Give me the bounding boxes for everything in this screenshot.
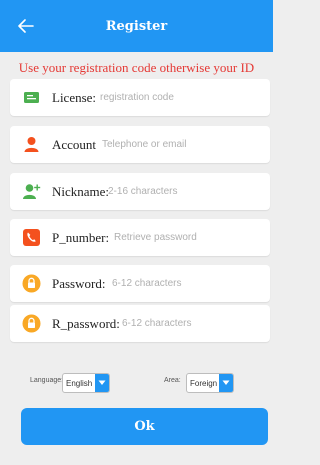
- r-password-row: R_password:: [10, 305, 270, 342]
- lock-icon: [22, 314, 41, 333]
- person-icon: [22, 135, 41, 154]
- language-value: English: [66, 378, 93, 388]
- area-select[interactable]: Foreign: [186, 373, 234, 393]
- r-password-label: R_password:: [52, 315, 120, 331]
- phone-icon: [22, 228, 41, 247]
- language-select[interactable]: English: [62, 373, 110, 393]
- header: Register: [0, 0, 273, 52]
- page-title: Register: [105, 18, 168, 34]
- license-row: License:: [10, 79, 270, 116]
- options-bar: Language: English Area: Foreign: [0, 373, 273, 393]
- password-label: Password:: [52, 275, 106, 291]
- p-number-row: P_number:: [10, 219, 270, 256]
- lock-icon: [22, 274, 41, 293]
- area-value: Foreign: [190, 378, 218, 388]
- r-password-input[interactable]: [122, 311, 264, 336]
- registration-notice: Use your registration code otherwise you…: [18, 60, 255, 75]
- license-icon: [22, 88, 41, 107]
- add-user-icon: [22, 182, 41, 201]
- license-input[interactable]: [100, 85, 264, 110]
- nickname-row: Nickname:: [10, 173, 270, 210]
- chevron-down-icon: [219, 374, 233, 392]
- account-input[interactable]: [102, 132, 264, 157]
- account-label: Account: [52, 136, 97, 152]
- license-label: License:: [52, 89, 97, 105]
- password-row: Password:: [10, 265, 270, 302]
- account-row: Account: [10, 126, 270, 163]
- nickname-input[interactable]: [108, 179, 264, 204]
- area-label: Area:: [164, 377, 181, 384]
- password-input[interactable]: [112, 271, 264, 296]
- chevron-down-icon: [95, 374, 109, 392]
- ok-button[interactable]: Ok: [21, 408, 268, 445]
- p-number-input[interactable]: [114, 225, 264, 250]
- p-number-label: P_number:: [52, 229, 110, 245]
- nickname-label: Nickname:: [52, 183, 110, 199]
- language-label: Language:: [30, 377, 64, 384]
